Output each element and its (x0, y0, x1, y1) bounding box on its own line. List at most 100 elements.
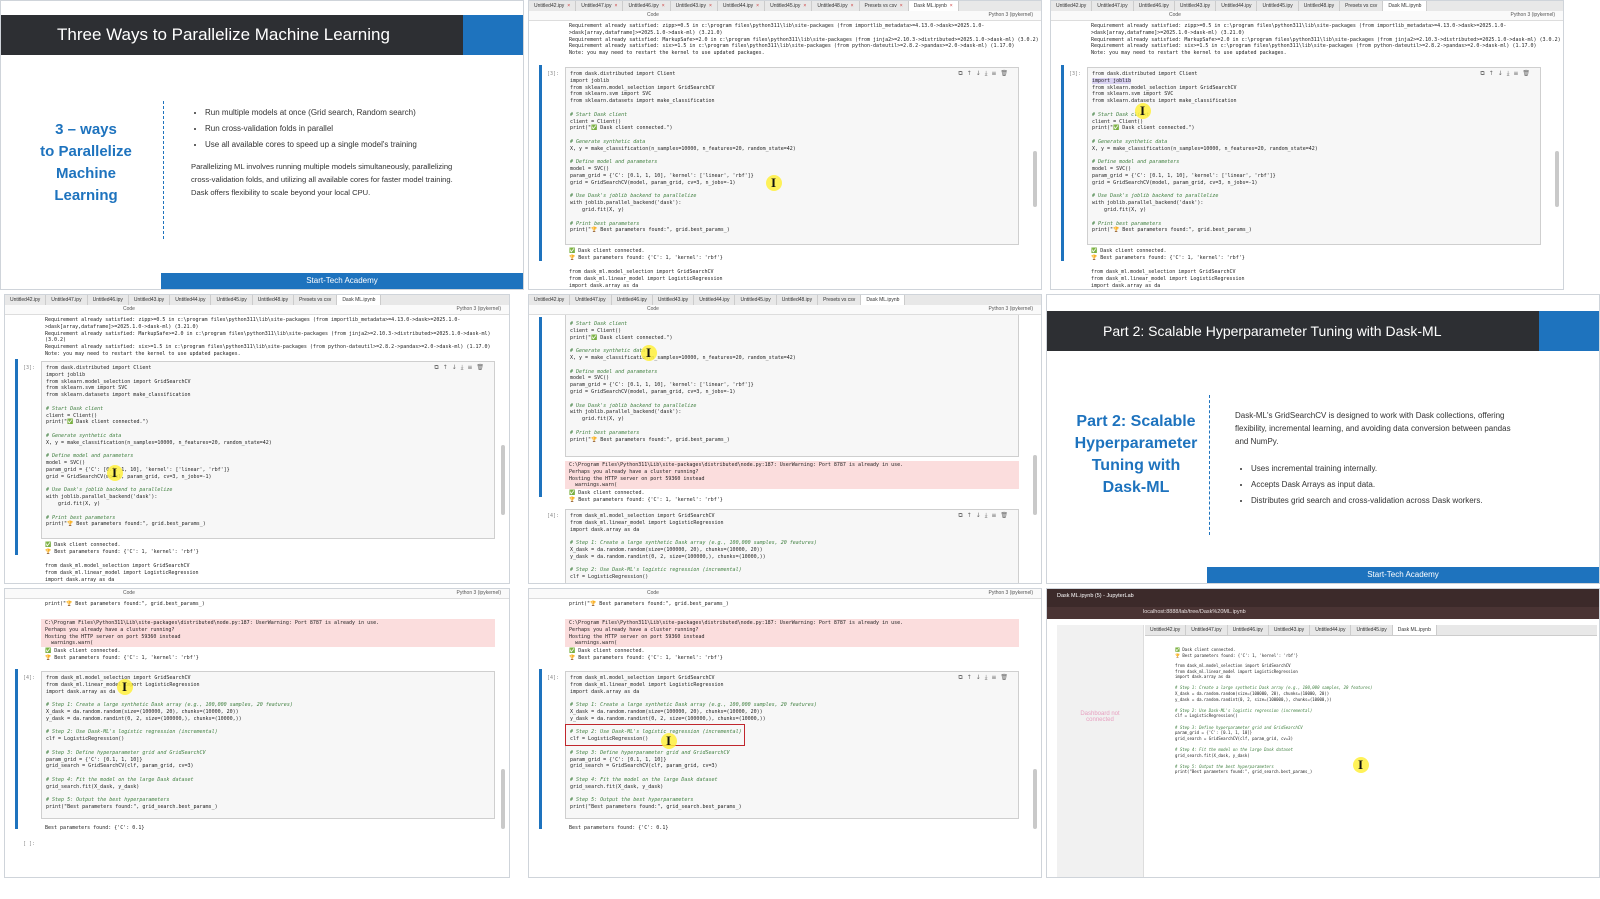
slide-divider (163, 101, 164, 239)
code-cell-text[interactable]: from dask.distributed import Client impo… (46, 365, 272, 528)
slide-bullet-list: Run multiple models at once (Grid search… (191, 105, 505, 153)
cell-type-select[interactable]: Code (647, 12, 659, 18)
slide-bullet: Use all available cores to speed up a si… (205, 137, 505, 153)
notebook-tab[interactable]: Untitled45.ipy (211, 295, 253, 305)
cell-toolbar-icons[interactable]: ⧉↑↓⤓≡🗑 (958, 674, 1012, 682)
close-icon[interactable]: × (900, 3, 903, 9)
code-cell[interactable]: ⧉↑↓⤓≡🗑 from dask.distributed import Clie… (41, 361, 495, 539)
close-icon[interactable]: × (950, 3, 953, 9)
cell-toolbar-icons[interactable]: ⧉↑↓⤓≡🗑 (434, 364, 488, 372)
code-cell[interactable]: ⧉↑↓⤓≡🗑 from dask.distributed import Clie… (565, 67, 1019, 245)
close-icon[interactable]: × (709, 3, 712, 9)
scrollbar[interactable] (1033, 769, 1037, 829)
cell-type-select[interactable]: Code (1169, 12, 1181, 18)
close-icon[interactable]: × (662, 3, 665, 9)
code-cell-text[interactable]: # Start Dask client client = Client() pr… (570, 321, 796, 443)
cell-toolbar-icons[interactable]: ⧉↑↓⤓≡🗑 (958, 512, 1012, 520)
notebook-tab[interactable]: Untitled47.ipy (46, 295, 88, 305)
notebook-tab[interactable]: Untitled48.ipy (253, 295, 295, 305)
notebook-tab-active[interactable]: Dask ML.ipynb (1383, 1, 1428, 11)
url-field[interactable]: localhost:8888/lab/tree/Dask%20ML.ipynb (1143, 609, 1246, 615)
code-cell[interactable]: ⧉↑↓⤓≡🗑 from dask_ml.model_selection impo… (565, 509, 1019, 583)
cell-prompt: [4]: (23, 675, 36, 681)
notebook-tab[interactable]: Untitled43.ipy (1269, 625, 1311, 635)
notebook-tab[interactable]: Untitled44.ipy (694, 295, 736, 305)
notebook-tab[interactable]: Untitled45.ipy (1351, 625, 1393, 635)
kernel-status[interactable]: Python 3 (ipykernel) (1511, 12, 1555, 18)
kernel-status[interactable]: Python 3 (ipykernel) (457, 590, 501, 596)
notebook-tab[interactable]: Untitled47.ipy × (576, 1, 624, 11)
cell-toolbar-icons[interactable]: ⧉↑↓⤓≡🗑 (958, 70, 1012, 78)
notebook-tab[interactable]: Untitled42.ipy (529, 295, 571, 305)
active-cell-marker (539, 65, 542, 261)
notebook-tab[interactable]: Untitled42.ipy (1051, 1, 1093, 11)
code-cell-text[interactable]: from dask_ml.model_selection import Grid… (570, 513, 817, 581)
notebook-tab[interactable]: Untitled42.ipy (5, 295, 47, 305)
scrollbar[interactable] (1555, 151, 1559, 207)
code-cell[interactable]: # Start Dask client client = Client() pr… (565, 315, 1019, 457)
kernel-status[interactable]: Python 3 (ipykernel) (989, 590, 1033, 596)
notebook-tab[interactable]: Presets vs csv (818, 295, 862, 305)
close-icon[interactable]: × (756, 3, 759, 9)
notebook-tab[interactable]: Untitled43.ipy (653, 295, 695, 305)
notebook-tab[interactable]: Untitled42.ipy (1145, 625, 1187, 635)
cell-type-select[interactable]: Code (123, 590, 135, 596)
scrollbar[interactable] (501, 445, 505, 515)
kernel-status[interactable]: Python 3 (ipykernel) (989, 306, 1033, 312)
code-cell[interactable]: from dask_ml.model_selection import Grid… (41, 671, 495, 819)
close-icon[interactable]: × (851, 3, 854, 9)
warning-output: C:\Program Files\Python311\Lib\site-pack… (45, 620, 380, 647)
notebook-tab[interactable]: Untitled46.ipy (1134, 1, 1175, 11)
code-cell[interactable]: ⧉↑↓⤓≡🗑 from dask.distributed import Clie… (1087, 67, 1541, 245)
notebook-tab-active[interactable]: Dask ML.ipynb (1392, 625, 1437, 635)
notebook-tab[interactable]: Untitled45.ipy × (765, 1, 813, 11)
notebook-tab[interactable]: Untitled45.ipy (1257, 1, 1299, 11)
notebook-tab[interactable]: Untitled46.ipy (1228, 625, 1269, 635)
notebook-tab[interactable]: Untitled45.ipy (735, 295, 777, 305)
notebook-tab[interactable]: Untitled44.ipy × (718, 1, 766, 11)
notebook-tab-active[interactable]: Dask ML.ipynb (861, 295, 906, 305)
close-icon[interactable]: × (567, 3, 570, 9)
code-cell-text[interactable]: from dask_ml.model_selection import Grid… (46, 675, 293, 811)
kernel-status[interactable]: Python 3 (ipykernel) (457, 306, 501, 312)
notebook-tab[interactable]: Untitled48.ipy (777, 295, 819, 305)
notebook-tab[interactable]: Untitled44.ipy (1310, 625, 1352, 635)
code-cell-text[interactable]: from dask.distributed import Client impo… (570, 71, 796, 234)
notebook-tab[interactable]: Untitled47.ipy (570, 295, 612, 305)
notebook-tab[interactable]: Untitled47.ipy (1092, 1, 1134, 11)
scrollbar[interactable] (501, 769, 505, 829)
notebook-tab[interactable]: Untitled46.ipy (612, 295, 653, 305)
code-cell-text[interactable]: from dask_ml.model_selection import Grid… (1175, 663, 1372, 775)
code-cell-text[interactable]: print("🏆 Best parameters found:", grid.b… (45, 601, 205, 608)
notebook-tab[interactable]: Untitled44.ipy (1216, 1, 1258, 11)
notebook-tab[interactable]: Untitled44.ipy (170, 295, 212, 305)
notebook-tab[interactable]: Untitled43.ipy × (671, 1, 718, 11)
notebook-tab[interactable]: Untitled48.ipy (1299, 1, 1341, 11)
kernel-status[interactable]: Python 3 (ipykernel) (989, 12, 1033, 18)
notebook-tab-active[interactable]: Dask ML.ipynb (337, 295, 382, 305)
cell-type-select[interactable]: Code (647, 306, 659, 312)
notebook-tab[interactable]: Presets vs csv (294, 295, 338, 305)
notebook-tab[interactable]: Untitled46.ipy (88, 295, 129, 305)
cell-type-select[interactable]: Code (123, 306, 135, 312)
cell-type-select[interactable]: Code (647, 590, 659, 596)
notebook-tab[interactable]: Untitled42.ipy × (529, 1, 577, 11)
notebook-tab[interactable]: Untitled48.ipy × (812, 1, 860, 11)
cell-toolbar-icons[interactable]: ⧉↑↓⤓≡🗑 (1480, 70, 1534, 78)
scrollbar[interactable] (1033, 455, 1037, 515)
close-icon[interactable]: × (615, 3, 618, 9)
notebook-tab[interactable]: Untitled47.ipy (1186, 625, 1228, 635)
code-cell-text[interactable]: from dask.distributed import Client impo… (1092, 71, 1318, 234)
notebook-tab-active[interactable]: Dask ML.ipynb × (908, 1, 959, 11)
notebook-tab[interactable]: Untitled43.ipy (129, 295, 171, 305)
browser-tab[interactable]: Dask ML.ipynb (5) - JupyterLab (1057, 593, 1134, 599)
cell-output: Best parameters found: {'C': 0.1} (45, 825, 145, 831)
code-cell-text[interactable]: print("🏆 Best parameters found:", grid.b… (569, 601, 729, 608)
notebook-tab[interactable]: Presets vs csv × (860, 1, 909, 11)
notebook-tab[interactable]: Presets vs csv (1340, 1, 1384, 11)
notebook-tab[interactable]: Untitled43.ipy (1175, 1, 1217, 11)
close-icon[interactable]: × (803, 3, 806, 9)
slide-divider (1209, 395, 1210, 535)
scrollbar[interactable] (1033, 151, 1037, 207)
notebook-tab[interactable]: Untitled46.ipy × (623, 1, 671, 11)
